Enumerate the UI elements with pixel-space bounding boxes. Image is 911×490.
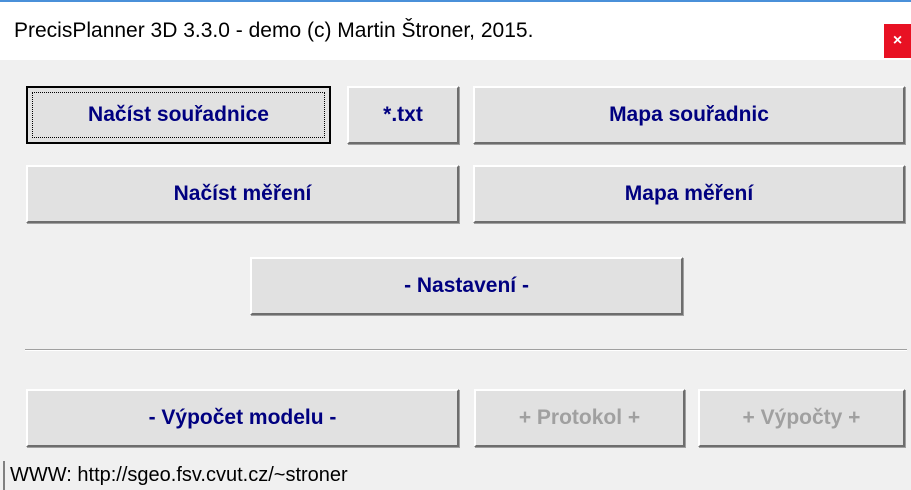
divider bbox=[25, 349, 907, 351]
close-icon: × bbox=[892, 32, 903, 49]
status-bar: WWW: http://sgeo.fsv.cvut.cz/~stroner bbox=[0, 461, 911, 490]
load-coordinates-button[interactable]: Načíst souřadnice bbox=[26, 86, 331, 144]
calculations-button[interactable]: + Výpočty + bbox=[698, 389, 905, 447]
status-text: WWW: http://sgeo.fsv.cvut.cz/~stroner bbox=[10, 464, 348, 486]
load-measurements-label: Načíst měření bbox=[173, 182, 312, 205]
status-frame-edge bbox=[3, 461, 5, 490]
coordinates-map-label: Mapa souřadnic bbox=[609, 103, 769, 126]
compute-model-label: - Výpočet modelu - bbox=[148, 406, 337, 429]
window-title: PrecisPlanner 3D 3.3.0 - demo (c) Martin… bbox=[14, 19, 534, 42]
measurements-map-button[interactable]: Mapa měření bbox=[473, 165, 905, 223]
close-button[interactable]: × bbox=[884, 24, 911, 58]
settings-label: - Nastavení - bbox=[404, 274, 529, 297]
calculations-label: + Výpočty + bbox=[742, 406, 861, 429]
focus-ring bbox=[32, 92, 325, 138]
coordinates-map-button[interactable]: Mapa souřadnic bbox=[473, 86, 905, 144]
app-window: PrecisPlanner 3D 3.3.0 - demo (c) Martin… bbox=[0, 0, 911, 490]
measurements-map-label: Mapa měření bbox=[624, 182, 754, 205]
protocol-label: + Protokol + bbox=[518, 406, 641, 429]
settings-button[interactable]: - Nastavení - bbox=[250, 257, 683, 315]
title-bar: PrecisPlanner 3D 3.3.0 - demo (c) Martin… bbox=[0, 0, 911, 60]
txt-format-button[interactable]: *.txt bbox=[347, 86, 459, 144]
compute-model-button[interactable]: - Výpočet modelu - bbox=[26, 389, 459, 447]
load-measurements-button[interactable]: Načíst měření bbox=[26, 165, 459, 223]
txt-format-label: *.txt bbox=[383, 103, 423, 126]
protocol-button[interactable]: + Protokol + bbox=[474, 389, 685, 447]
